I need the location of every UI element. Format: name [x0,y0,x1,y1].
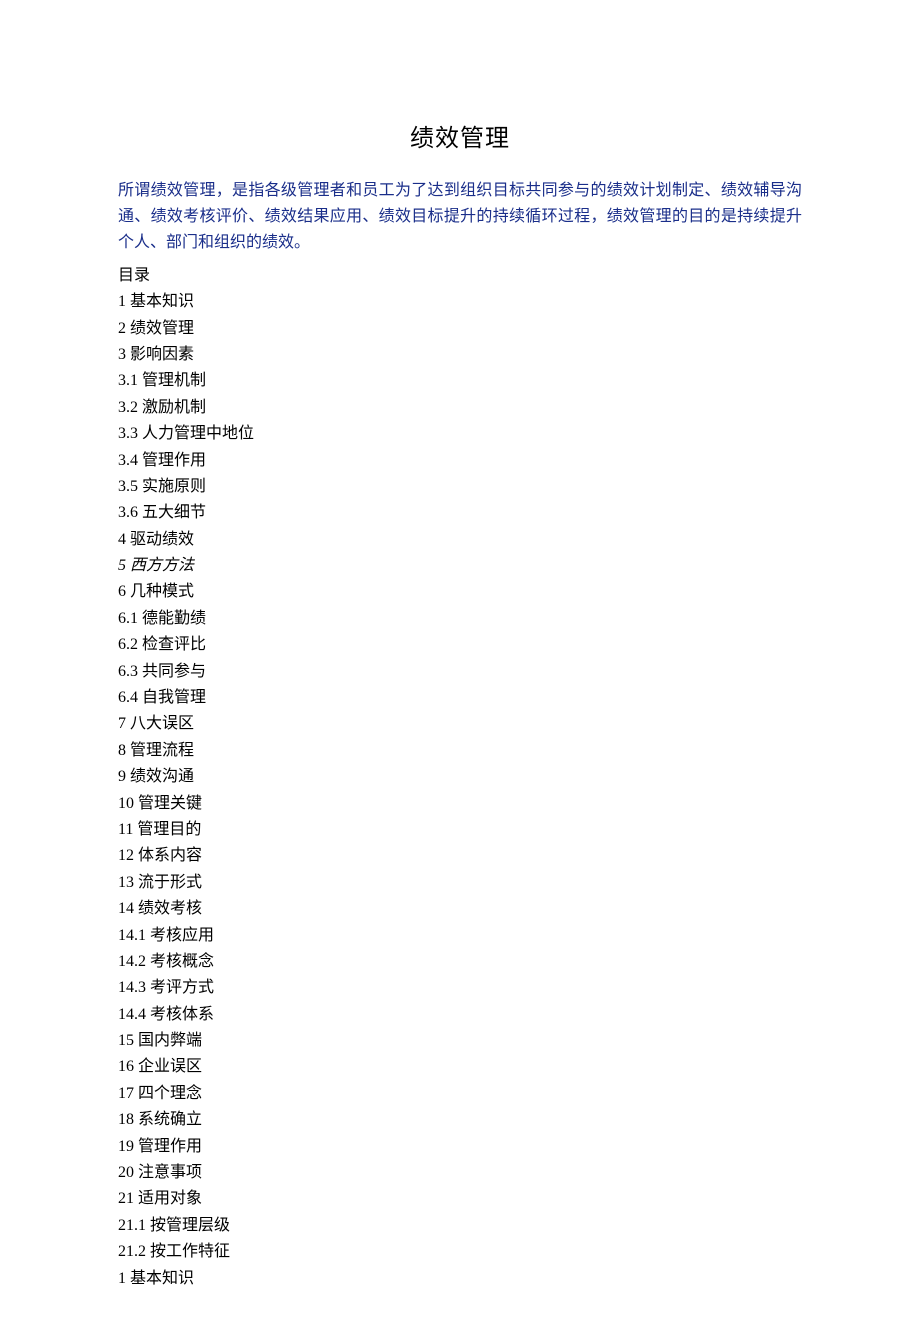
toc-item: 18 系统确立 [118,1107,802,1133]
toc-item: 13 流于形式 [118,870,802,896]
toc-item: 6 几种模式 [118,579,802,605]
intro-paragraph: 所谓绩效管理，是指各级管理者和员工为了达到组织目标共同参与的绩效计划制定、绩效辅… [118,178,802,257]
toc-item: 11 管理目的 [118,817,802,843]
toc-item: 8 管理流程 [118,738,802,764]
toc-sub-item: 14.3 考评方式 [118,975,802,1001]
toc-item: 2 绩效管理 [118,316,802,342]
toc-sub-item: 3.6 五大细节 [118,500,802,526]
toc-sub-item: 3.2 激励机制 [118,395,802,421]
toc-sub-item: 3.5 实施原则 [118,474,802,500]
toc-item: 9 绩效沟通 [118,764,802,790]
section-heading: 1 基本知识 [118,1266,802,1292]
toc-item: 19 管理作用 [118,1134,802,1160]
toc-item: 4 驱动绩效 [118,527,802,553]
toc-item: 21 适用对象 [118,1186,802,1212]
toc-item: 12 体系内容 [118,843,802,869]
toc-item: 15 国内弊端 [118,1028,802,1054]
toc-sub-item: 3.4 管理作用 [118,448,802,474]
toc-sub-item: 6.1 德能勤绩 [118,606,802,632]
toc-sub-item: 6.4 自我管理 [118,685,802,711]
toc-item: 14 绩效考核 [118,896,802,922]
toc-sub-item: 21.1 按管理层级 [118,1213,802,1239]
toc-item: 7 八大误区 [118,711,802,737]
toc-sub-item: 6.2 检查评比 [118,632,802,658]
toc-sub-item: 14.1 考核应用 [118,923,802,949]
document-title: 绩效管理 [118,120,802,160]
toc-sub-item: 3.3 人力管理中地位 [118,421,802,447]
toc-heading: 目录 [118,263,802,289]
toc-sub-item: 14.2 考核概念 [118,949,802,975]
toc-item: 3 影响因素 [118,342,802,368]
toc-sub-item: 6.3 共同参与 [118,659,802,685]
toc-item: 17 四个理念 [118,1081,802,1107]
toc-item: 10 管理关键 [118,791,802,817]
toc-sub-item: 14.4 考核体系 [118,1002,802,1028]
toc-item: 5 西方方法 [118,553,802,579]
toc-sub-item: 21.2 按工作特征 [118,1239,802,1265]
toc-sub-item: 3.1 管理机制 [118,368,802,394]
toc-item: 1 基本知识 [118,289,802,315]
toc-item: 16 企业误区 [118,1054,802,1080]
toc-item: 20 注意事项 [118,1160,802,1186]
